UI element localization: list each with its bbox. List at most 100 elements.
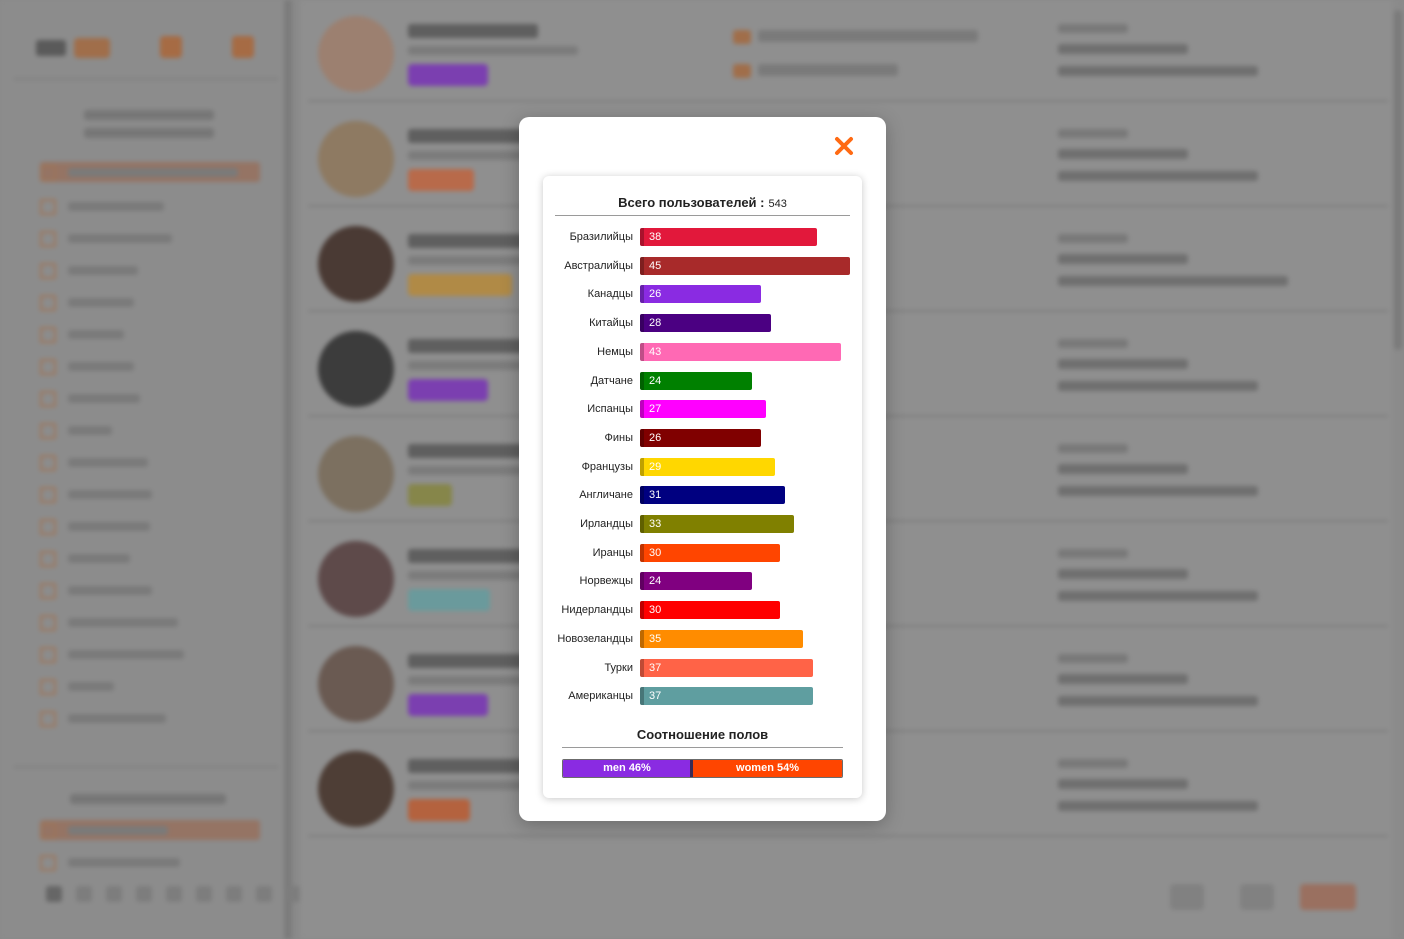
avatar bbox=[318, 226, 394, 302]
sidebar-item[interactable] bbox=[40, 676, 260, 696]
page-size-button[interactable] bbox=[1300, 884, 1356, 910]
user-address bbox=[1058, 801, 1258, 811]
nationality-row: Испанцы 27 bbox=[543, 400, 862, 419]
sidebar-item[interactable] bbox=[40, 162, 260, 182]
user-location bbox=[1058, 674, 1188, 684]
page-button[interactable] bbox=[196, 886, 212, 902]
user-location bbox=[1058, 44, 1188, 54]
nationality-row: Англичане 31 bbox=[543, 486, 862, 505]
sidebar-item[interactable] bbox=[40, 196, 260, 216]
close-icon[interactable] bbox=[834, 136, 854, 156]
bar-edge bbox=[640, 428, 644, 447]
sidebar-item[interactable] bbox=[40, 388, 260, 408]
nationality-bar: 26 bbox=[640, 428, 761, 447]
user-address bbox=[1058, 276, 1288, 286]
page-button[interactable] bbox=[76, 886, 92, 902]
nationality-value: 43 bbox=[649, 345, 662, 358]
user-address bbox=[1058, 486, 1258, 496]
user-location bbox=[1058, 254, 1188, 264]
sidebar-item[interactable] bbox=[40, 292, 260, 312]
avatar bbox=[318, 331, 394, 407]
nationality-value: 31 bbox=[649, 489, 662, 502]
nationality-row: Норвежцы 24 bbox=[543, 572, 862, 591]
sidebar-item[interactable] bbox=[40, 420, 260, 440]
nationality-label: Турки bbox=[604, 661, 633, 674]
sidebar-heading bbox=[70, 794, 226, 804]
page-button[interactable] bbox=[166, 886, 182, 902]
nationality-label: Канадцы bbox=[587, 288, 633, 301]
sidebar-item[interactable] bbox=[40, 356, 260, 376]
gender-title: Соотношение полов bbox=[636, 727, 769, 742]
nationality-value: 30 bbox=[649, 604, 662, 617]
nationality-row: Ирландцы 33 bbox=[543, 515, 862, 534]
nationality-label: Австралийцы bbox=[564, 259, 633, 272]
avatar bbox=[318, 646, 394, 722]
nationality-value: 30 bbox=[649, 546, 662, 559]
nationality-value: 26 bbox=[649, 431, 662, 444]
nationality-row: Нидерландцы 30 bbox=[543, 601, 862, 620]
page-button[interactable] bbox=[256, 886, 272, 902]
nationality-row: Турки 37 bbox=[543, 658, 862, 678]
sidebar bbox=[0, 0, 432, 939]
nationality-label: Нидерландцы bbox=[561, 604, 633, 617]
divider bbox=[555, 215, 850, 216]
chart-icon[interactable] bbox=[232, 36, 254, 58]
sidebar-item[interactable] bbox=[40, 644, 260, 664]
user-phone[interactable] bbox=[758, 64, 898, 76]
user-location-label bbox=[1058, 339, 1128, 348]
sidebar-item[interactable] bbox=[40, 516, 260, 536]
gender-ratio-bar: men 46% women 54% bbox=[562, 759, 843, 778]
user-email[interactable] bbox=[758, 30, 978, 42]
nationality-row: Новозеландцы 35 bbox=[543, 629, 862, 649]
sidebar-item[interactable] bbox=[40, 260, 260, 280]
page-button[interactable] bbox=[226, 886, 242, 902]
user-location bbox=[1058, 464, 1188, 474]
sidebar-item[interactable] bbox=[40, 580, 260, 600]
avatar bbox=[318, 541, 394, 617]
user-subtitle bbox=[408, 46, 578, 55]
nationality-value: 29 bbox=[649, 460, 662, 473]
sidebar-item[interactable] bbox=[40, 708, 260, 728]
bar-edge bbox=[640, 371, 644, 390]
sidebar-item[interactable] bbox=[40, 484, 260, 504]
total-users-label: Всего пользователей : bbox=[618, 195, 765, 210]
nationality-value: 24 bbox=[649, 374, 662, 387]
avatar bbox=[318, 751, 394, 827]
filter-icon[interactable] bbox=[160, 36, 182, 58]
sidebar-item[interactable] bbox=[40, 548, 260, 568]
page-button[interactable] bbox=[46, 886, 62, 902]
app-logo bbox=[36, 34, 116, 62]
nationality-bar: 38 bbox=[640, 228, 817, 246]
nationality-row: Американцы 37 bbox=[543, 687, 862, 706]
nationality-row: Австралийцы 45 bbox=[543, 256, 862, 276]
nationality-bar: 24 bbox=[640, 371, 752, 390]
nationality-bar: 43 bbox=[640, 342, 841, 361]
nationality-value: 37 bbox=[649, 661, 662, 674]
nationality-label: Испанцы bbox=[587, 403, 633, 416]
sidebar-item[interactable] bbox=[40, 324, 260, 344]
user-card[interactable] bbox=[308, 0, 1388, 102]
user-address bbox=[1058, 381, 1258, 391]
status-badge bbox=[408, 64, 488, 86]
total-users: Всего пользователей :543 bbox=[543, 195, 862, 210]
sidebar-item[interactable] bbox=[40, 452, 260, 472]
mail-icon bbox=[733, 30, 751, 44]
nationality-value: 33 bbox=[649, 518, 662, 530]
gender-men-segment: men 46% bbox=[563, 760, 691, 777]
page-next-button[interactable] bbox=[1240, 884, 1274, 910]
page-button[interactable] bbox=[136, 886, 152, 902]
nationality-value: 24 bbox=[649, 575, 662, 588]
sidebar-item[interactable] bbox=[40, 820, 260, 840]
status-badge bbox=[408, 169, 474, 191]
sidebar-item[interactable] bbox=[40, 228, 260, 248]
sidebar-item[interactable] bbox=[40, 852, 260, 872]
page-prev-button[interactable] bbox=[1170, 884, 1204, 910]
page-button[interactable] bbox=[106, 886, 122, 902]
bar-edge bbox=[640, 314, 644, 333]
nationality-label: Бразилийцы bbox=[569, 231, 633, 243]
sidebar-item[interactable] bbox=[40, 612, 260, 632]
scrollbar[interactable] bbox=[1392, 0, 1404, 939]
gender-women-segment: women 54% bbox=[693, 760, 842, 777]
user-location-label bbox=[1058, 549, 1128, 558]
statistics-panel: Всего пользователей :543 Бразилийцы 38 Авс… bbox=[543, 176, 862, 798]
